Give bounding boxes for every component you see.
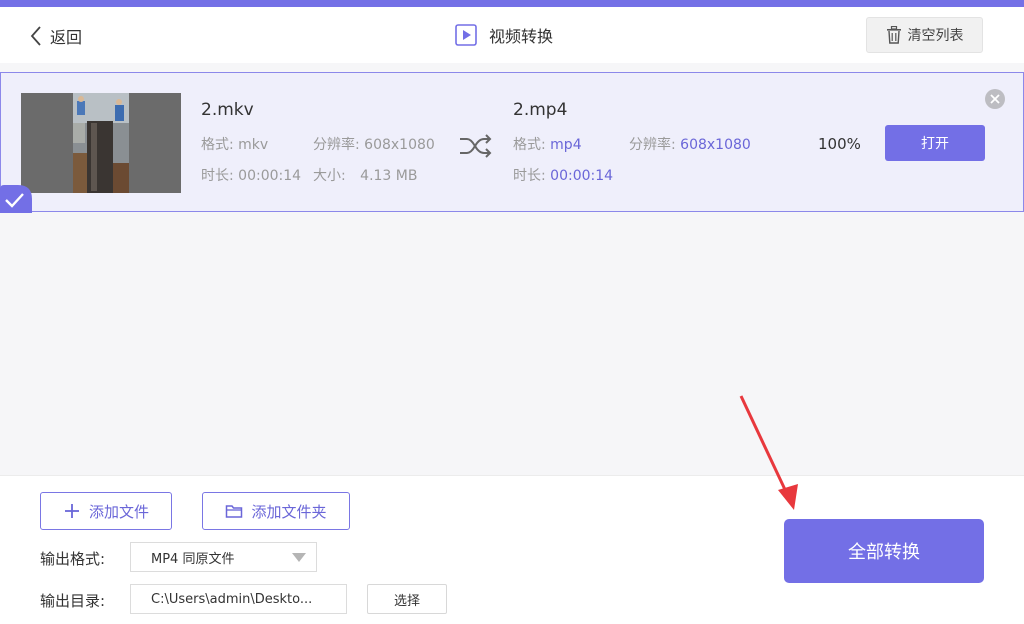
output-duration: 时长: 00:00:14: [513, 165, 613, 185]
source-format-label: 格式:: [201, 137, 234, 153]
output-resolution: 分辨率: 608x1080: [629, 134, 751, 154]
output-format-value: mp4: [550, 137, 582, 153]
footer-panel: 添加文件 添加文件夹 输出格式: MP4 同原文件 输出目录: 选择 全部转换: [0, 475, 1024, 624]
progress-percent: 100%: [818, 135, 861, 153]
add-folder-button[interactable]: 添加文件夹: [202, 492, 350, 530]
add-file-button[interactable]: 添加文件: [40, 492, 172, 530]
source-resolution: 分辨率: 608x1080: [313, 134, 435, 154]
output-duration-value: 00:00:14: [550, 168, 614, 184]
plus-icon: [64, 504, 79, 518]
convert-all-button[interactable]: 全部转换: [784, 519, 984, 583]
header: 返回 视频转换 清空列表: [0, 7, 1024, 63]
add-file-label: 添加文件: [88, 502, 149, 521]
output-dir-input[interactable]: [130, 584, 347, 614]
chevron-down-icon: [292, 553, 306, 562]
source-format-value: mkv: [238, 137, 269, 153]
choose-dir-button[interactable]: 选择: [367, 584, 447, 614]
source-size: 大小: 4.13 MB: [313, 165, 417, 185]
output-duration-label: 时长:: [513, 168, 546, 184]
output-file-name: 2.mp4: [513, 100, 568, 120]
output-resolution-label: 分辨率:: [629, 137, 676, 153]
video-play-icon: [455, 24, 477, 46]
output-dir-field-label: 输出目录:: [40, 592, 106, 610]
file-item-card[interactable]: 2.mkv 格式: mkv 分辨率: 608x1080 时长: 00:00:14…: [0, 72, 1024, 213]
open-button[interactable]: 打开: [885, 125, 985, 161]
output-format-select-value: MP4 同原文件: [151, 551, 235, 567]
red-arrow-annotation: [739, 395, 798, 510]
top-accent-bar: [0, 0, 1024, 7]
source-file-name: 2.mkv: [201, 100, 254, 120]
remove-item-icon[interactable]: [984, 88, 1006, 110]
page-title-label: 视频转换: [489, 27, 554, 46]
source-resolution-label: 分辨率:: [313, 137, 360, 153]
source-size-label: 大小:: [313, 168, 346, 184]
source-duration-label: 时长:: [201, 168, 234, 184]
checkmark-icon: [0, 185, 32, 213]
source-duration: 时长: 00:00:14: [201, 165, 301, 185]
convert-arrow-icon: [460, 134, 492, 158]
output-format-label: 格式:: [513, 137, 546, 153]
output-format: 格式: mp4: [513, 134, 582, 154]
chevron-left-icon: [30, 26, 41, 46]
source-size-value: 4.13 MB: [360, 168, 418, 184]
back-label: 返回: [50, 28, 83, 47]
selected-checkbox[interactable]: [0, 185, 32, 213]
source-duration-value: 00:00:14: [238, 168, 302, 184]
video-thumbnail: [21, 93, 181, 193]
trash-icon: [886, 26, 901, 44]
output-resolution-value: 608x1080: [680, 137, 751, 153]
clear-list-button[interactable]: 清空列表: [866, 17, 983, 53]
output-format-select[interactable]: MP4 同原文件: [130, 542, 317, 572]
source-format: 格式: mkv: [201, 134, 268, 154]
clear-list-label: 清空列表: [907, 28, 964, 44]
source-resolution-value: 608x1080: [364, 137, 435, 153]
output-format-field-label: 输出格式:: [40, 550, 106, 568]
add-folder-label: 添加文件夹: [251, 502, 327, 521]
folder-icon: [226, 505, 243, 518]
back-button[interactable]: 返回: [28, 23, 82, 49]
page-title: 视频转换: [455, 21, 553, 49]
